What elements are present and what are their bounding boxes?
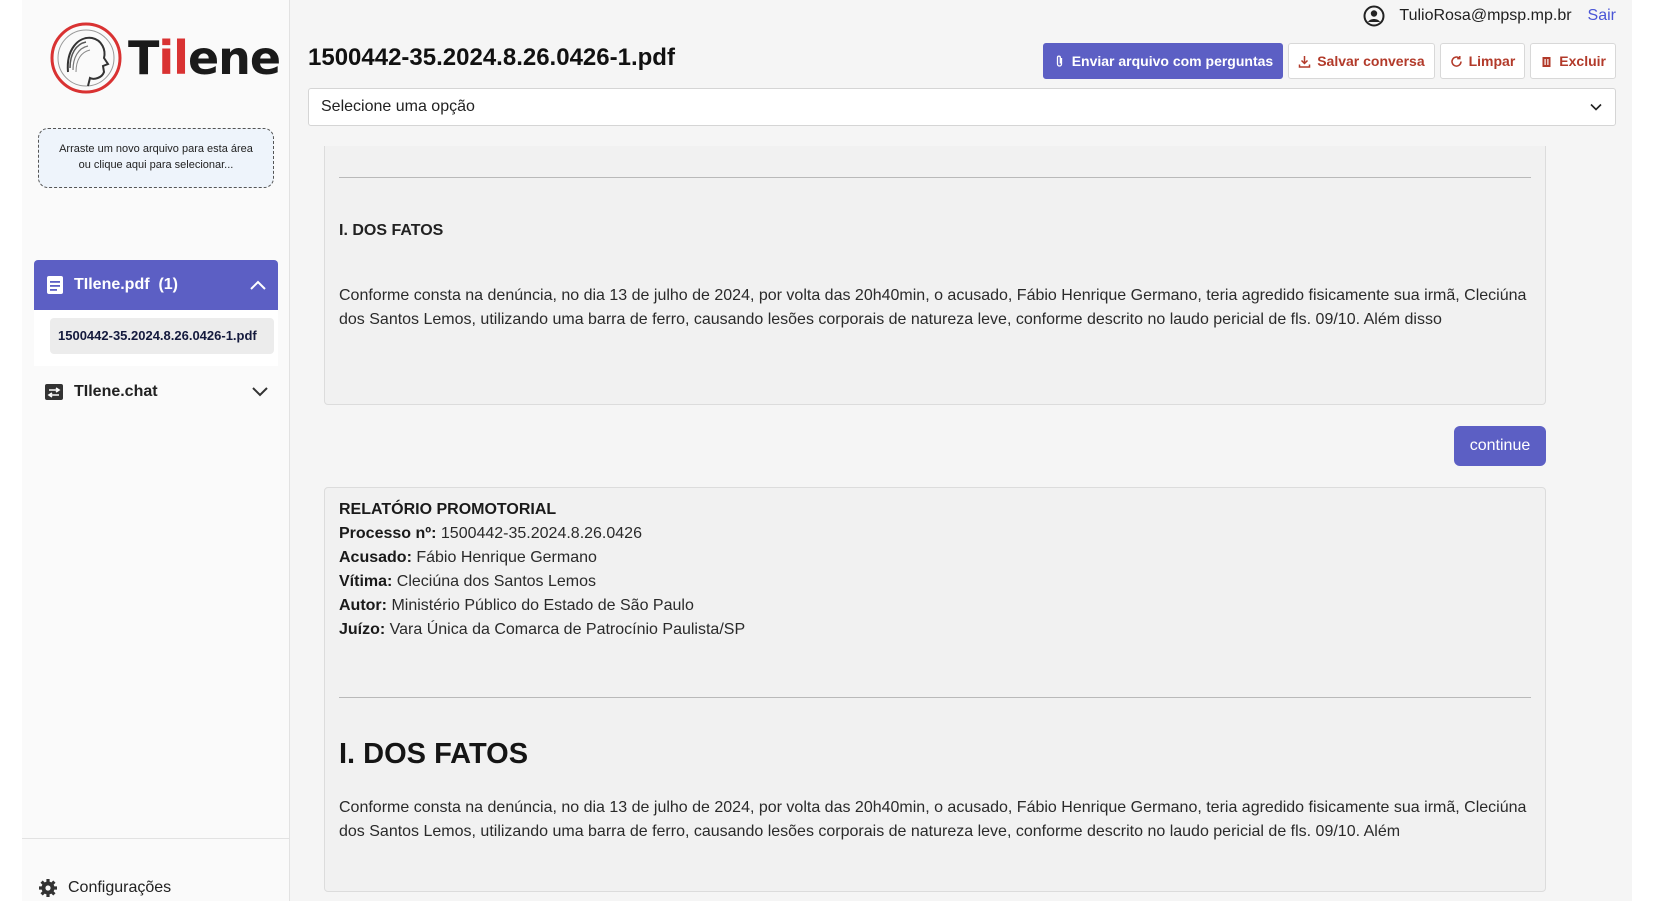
option-select-value: Selecione uma opção bbox=[321, 98, 475, 115]
logo-face-icon bbox=[50, 22, 122, 94]
file-dropzone[interactable]: Arraste um novo arquivo para esta área o… bbox=[38, 128, 274, 188]
trash-icon bbox=[1542, 56, 1551, 67]
settings-label: Configurações bbox=[68, 879, 172, 896]
sidebar-file-list: 1500442-35.2024.8.26.0426-1.pdf bbox=[34, 310, 278, 366]
save-conversation-label: Salvar conversa bbox=[1317, 53, 1425, 69]
user-email: TulioRosa@mpsp.mp.br bbox=[1399, 7, 1572, 24]
dropzone-line2: ou clique aqui para selecionar... bbox=[78, 159, 234, 171]
chevron-down-icon bbox=[252, 387, 268, 397]
section-heading: I. DOS FATOS bbox=[339, 738, 529, 770]
settings-link[interactable]: Configurações bbox=[38, 878, 171, 898]
chevron-up-icon bbox=[250, 280, 266, 290]
report-field: Processo nº: 1500442-35.2024.8.26.0426 bbox=[339, 525, 642, 542]
message-paragraph: Conforme consta na denúncia, no dia 13 d… bbox=[339, 799, 1527, 840]
report-field: Autor: Ministério Público do Estado de S… bbox=[339, 597, 694, 614]
sidebar-file-item[interactable]: 1500442-35.2024.8.26.0426-1.pdf bbox=[50, 318, 274, 354]
download-icon bbox=[1298, 55, 1311, 68]
report-title: RELATÓRIO PROMOTORIAL bbox=[339, 501, 557, 518]
toolbar: Enviar arquivo com perguntas Salvar conv… bbox=[1042, 43, 1616, 79]
report-header-block: RELATÓRIO PROMOTORIAL Processo nº: 15004… bbox=[339, 498, 745, 642]
send-file-button[interactable]: Enviar arquivo com perguntas bbox=[1042, 43, 1284, 79]
app-logo[interactable]: Tilene bbox=[48, 20, 281, 96]
dropzone-line1: Arraste um novo arquivo para esta área bbox=[59, 143, 253, 155]
app-window: Tilene Arraste um novo arquivo para esta… bbox=[22, 0, 1632, 901]
sidebar-group-label: TIlene.pdf (1) bbox=[74, 276, 179, 293]
paperclip-icon bbox=[1056, 55, 1062, 67]
clear-button[interactable]: Limpar bbox=[1439, 43, 1526, 79]
message-paragraph: Conforme consta na denúncia, no dia 13 d… bbox=[339, 287, 1527, 328]
delete-label: Excluir bbox=[1559, 53, 1606, 69]
report-field: Juízo: Vara Única da Comarca de Patrocín… bbox=[339, 621, 746, 638]
chevron-down-icon bbox=[1590, 103, 1602, 111]
sidebar-group-tilene-chat[interactable]: TIlene.chat bbox=[34, 372, 278, 412]
divider bbox=[339, 697, 1531, 698]
document-icon bbox=[47, 276, 63, 294]
report-field: Vítima: Cleciúna dos Santos Lemos bbox=[339, 573, 597, 590]
gear-icon bbox=[39, 879, 57, 897]
user-bar: TulioRosa@mpsp.mp.br Sair bbox=[1363, 5, 1616, 27]
send-file-label: Enviar arquivo com perguntas bbox=[1071, 53, 1274, 69]
assistant-message: I. DOS FATOS Conforme consta na denúncia… bbox=[324, 146, 1546, 405]
refresh-icon bbox=[1450, 55, 1462, 67]
logo-wordmark: Tilene bbox=[128, 31, 281, 85]
divider bbox=[339, 177, 1531, 178]
sidebar-chat-label: TIlene.chat bbox=[74, 383, 158, 400]
chat-archive-icon bbox=[45, 384, 63, 400]
save-conversation-button[interactable]: Salvar conversa bbox=[1288, 43, 1435, 79]
sidebar: Tilene Arraste um novo arquivo para esta… bbox=[22, 0, 290, 901]
delete-button[interactable]: Excluir bbox=[1530, 43, 1616, 79]
clear-label: Limpar bbox=[1468, 53, 1516, 69]
user-circle-icon bbox=[1363, 5, 1385, 27]
continue-message-bubble: continue bbox=[1454, 426, 1546, 466]
page-title: 1500442-35.2024.8.26.0426-1.pdf bbox=[308, 44, 675, 71]
sidebar-divider bbox=[22, 838, 290, 839]
report-field: Acusado: Fábio Henrique Germano bbox=[339, 549, 597, 566]
logout-link[interactable]: Sair bbox=[1588, 7, 1616, 25]
assistant-message: RELATÓRIO PROMOTORIAL Processo nº: 15004… bbox=[324, 487, 1546, 892]
sidebar-group-tilene-pdf[interactable]: TIlene.pdf (1) bbox=[34, 260, 278, 310]
option-select[interactable]: Selecione uma opção bbox=[308, 88, 1616, 126]
section-heading: I. DOS FATOS bbox=[339, 222, 444, 239]
